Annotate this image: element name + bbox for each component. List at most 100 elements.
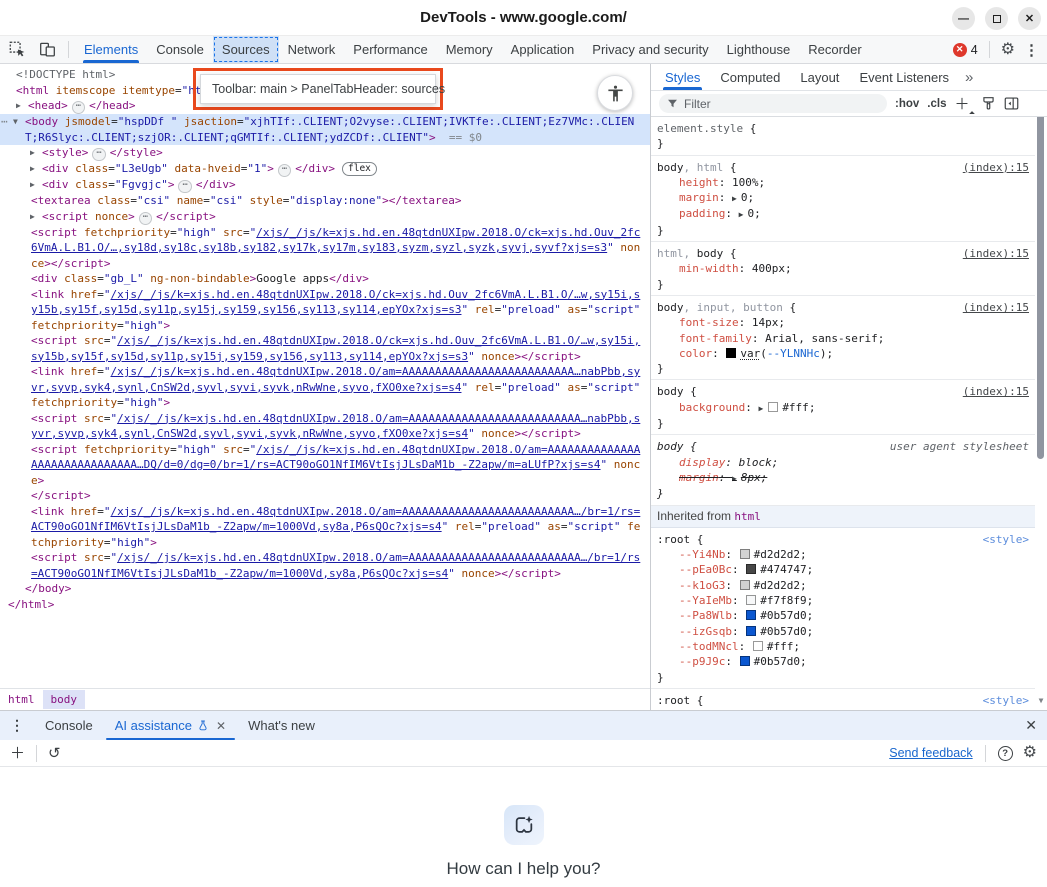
drawer-tab-ai-assistance[interactable]: AI assistance✕ [104,711,237,740]
class-toggle[interactable]: .cls [927,98,946,110]
tab-sources[interactable]: Sources [213,36,279,63]
dom-tree-line[interactable]: <script src="/xjs/_/js/k=xjs.hd.en.48qtd… [0,411,650,442]
css-source-link[interactable]: (index):15 [963,160,1029,175]
tab-memory[interactable]: Memory [437,36,502,63]
css-selector[interactable]: :root { [657,532,975,547]
expand-arrow-icon[interactable]: ▶ [30,145,35,161]
styles-scrollbar[interactable]: ▲ ▼ [1035,117,1047,710]
dom-tree-line[interactable]: ⋯▼<body jsmodel="hspDDf " jsaction="xjhT… [0,114,650,145]
color-swatch[interactable] [746,626,756,636]
color-swatch[interactable] [740,580,750,590]
css-selector[interactable]: body, html { [657,160,955,175]
expand-children-button[interactable]: ⋯ [72,101,85,114]
dom-tree-line[interactable]: </html> [0,597,650,613]
tab-performance[interactable]: Performance [344,36,436,63]
dom-tree-line[interactable]: <div class="gb_L" ng-non-bindable>Google… [0,271,650,287]
drawer-settings-icon[interactable]: ⚙ [1023,745,1037,761]
dom-tree-line[interactable]: </script> [0,488,650,504]
css-declaration[interactable]: --izGsqb: #0b57d0; [657,624,1029,639]
color-swatch[interactable] [753,641,763,651]
rendering-brush-icon[interactable] [981,96,996,111]
send-feedback-link[interactable]: Send feedback [889,746,972,760]
css-declaration[interactable]: font-family: Arial, sans-serif; [657,331,1029,346]
inspect-element-icon[interactable] [6,39,28,61]
css-selector[interactable]: html, body { [657,246,955,261]
dom-tree-line[interactable]: ▶<script nonce>⋯</script> [0,209,650,225]
tab-network[interactable]: Network [279,36,345,63]
css-declaration[interactable]: color: var(--YLNNHc); [657,346,1029,361]
expand-arrow-icon[interactable]: ▶ [16,98,21,114]
dom-tree-line[interactable]: <textarea class="csi" name="csi" style="… [0,193,650,209]
color-swatch[interactable] [740,549,750,559]
css-declaration[interactable]: display: block; [657,455,1029,470]
css-declaration[interactable]: margin: ▶8px; [657,470,1029,486]
expand-children-button[interactable]: ⋯ [278,164,291,177]
tab-application[interactable]: Application [502,36,584,63]
new-style-rule-button[interactable]: ＋ [954,93,973,114]
css-selector[interactable]: element.style { [657,121,1029,136]
expand-children-button[interactable]: ⋯ [139,212,152,225]
css-declaration[interactable]: --Yi4Nb: #d2d2d2; [657,547,1029,562]
tab-elements[interactable]: Elements [75,36,147,63]
collapse-arrow-icon[interactable]: ▼ [13,114,18,130]
error-badge[interactable]: ✕ 4 [953,43,978,57]
color-swatch[interactable] [746,595,756,605]
css-source-link[interactable]: (index):15 [963,246,1029,261]
drawer-tab-console[interactable]: Console [34,711,104,740]
color-swatch[interactable] [726,348,736,358]
css-declaration[interactable]: --pEa0Bc: #474747; [657,562,1029,577]
device-toolbar-icon[interactable] [36,39,58,61]
computed-sidebar-toggle-icon[interactable] [1004,96,1019,111]
css-declaration[interactable]: height: 100%; [657,175,1029,190]
maximize-button[interactable] [985,7,1008,30]
styles-tab-styles[interactable]: Styles [655,64,710,90]
css-source-link[interactable]: (index):15 [963,384,1029,399]
css-declaration[interactable]: min-width: 400px; [657,261,1029,276]
css-declaration[interactable]: padding: ▶0; [657,206,1029,222]
minimize-button[interactable]: — [952,7,975,30]
flex-badge[interactable]: flex [342,162,377,176]
expand-children-button[interactable]: ⋯ [178,180,191,193]
dom-tree-line[interactable]: <script src="/xjs/_/js/k=xjs.hd.en.48qtd… [0,550,650,581]
history-icon[interactable]: ↺ [48,746,61,761]
inherited-node-link[interactable]: html [734,510,761,523]
dom-tree-line[interactable]: ▶<div class="L3eUgb" data-hveid="1">⋯</d… [0,161,650,177]
tab-lighthouse[interactable]: Lighthouse [718,36,800,63]
scroll-down-arrow[interactable]: ▼ [1035,693,1047,708]
kebab-menu-icon[interactable]: ⋮ [1024,41,1039,59]
css-selector[interactable]: body { [657,439,882,454]
dom-tree-line[interactable]: <script fetchpriority="high" src="/xjs/_… [0,442,650,489]
css-declaration[interactable]: --k1oG3: #d2d2d2; [657,578,1029,593]
color-swatch[interactable] [746,610,756,620]
css-declaration[interactable]: --YaIeMb: #f7f8f9; [657,593,1029,608]
styles-filter-input[interactable]: Filter [659,94,887,113]
dom-tree-line[interactable]: ▶<div class="Fgvgjc">⋯</div> [0,177,650,193]
css-declaration[interactable]: --KIZPne: #a3c9ff; [657,708,1029,710]
close-tab-icon[interactable]: ✕ [216,719,226,733]
css-source-link[interactable]: (index):15 [963,300,1029,315]
scroll-thumb[interactable] [1037,117,1044,459]
styles-tab-layout[interactable]: Layout [790,64,849,90]
new-chat-button[interactable]: ＋ [10,746,25,761]
dom-tree-line[interactable]: </body> [0,581,650,597]
css-selector[interactable]: body { [657,384,955,399]
tab-recorder[interactable]: Recorder [799,36,870,63]
color-swatch[interactable] [740,656,750,666]
pseudo-state-toggle[interactable]: :hov [895,98,919,110]
close-button[interactable]: ✕ [1018,7,1041,30]
expand-children-button[interactable]: ⋯ [92,148,105,161]
tab-console[interactable]: Console [147,36,213,63]
crumb-html[interactable]: html [0,690,43,709]
color-swatch[interactable] [746,564,756,574]
a11y-indicator[interactable] [597,75,633,111]
css-source-link[interactable]: <style> [983,693,1029,708]
dom-tree-line[interactable]: <link href="/xjs/_/js/k=xjs.hd.en.48qtdn… [0,504,650,551]
expand-arrow-icon[interactable]: ▶ [30,177,35,193]
color-swatch[interactable] [768,402,778,412]
css-selector[interactable]: :root { [657,693,975,708]
styles-tab-computed[interactable]: Computed [710,64,790,90]
css-declaration[interactable]: margin: ▶0; [657,190,1029,206]
expand-arrow-icon[interactable]: ▶ [30,161,35,177]
more-tabs-icon[interactable]: » [959,64,979,90]
dom-tree-line[interactable]: <link href="/xjs/_/js/k=xjs.hd.en.48qtdn… [0,287,650,334]
